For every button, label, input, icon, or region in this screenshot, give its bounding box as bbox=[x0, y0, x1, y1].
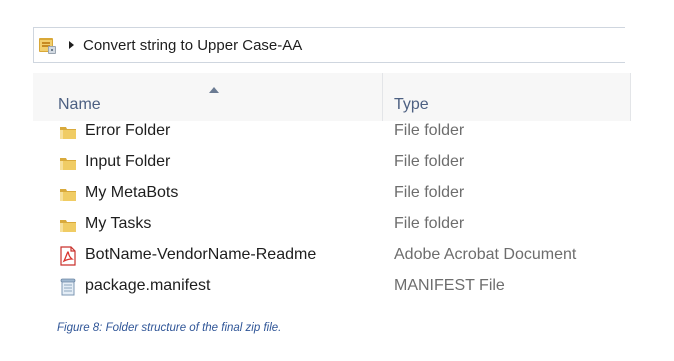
file-type: File folder bbox=[394, 153, 465, 170]
file-name: BotName-VendorName-Readme bbox=[85, 246, 317, 263]
folder-location-icon bbox=[37, 34, 59, 56]
file-list: Error Folder File folder Input Folder Fi… bbox=[33, 117, 631, 303]
column-header-name-label: Name bbox=[58, 96, 101, 113]
folder-icon bbox=[58, 122, 78, 142]
figure-caption: Figure 8: Folder structure of the final … bbox=[57, 322, 282, 334]
file-name: Error Folder bbox=[85, 122, 171, 139]
file-row-my-tasks[interactable]: My Tasks File folder bbox=[33, 210, 631, 241]
folder-icon bbox=[58, 184, 78, 204]
file-name: My MetaBots bbox=[85, 184, 179, 201]
sort-ascending-icon bbox=[209, 80, 219, 93]
file-row-input-folder[interactable]: Input Folder File folder bbox=[33, 148, 631, 179]
manifest-file-icon bbox=[58, 277, 78, 297]
file-row-my-metabots[interactable]: My MetaBots File folder bbox=[33, 179, 631, 210]
file-name: Input Folder bbox=[85, 153, 171, 170]
folder-icon bbox=[58, 153, 78, 173]
file-type: File folder bbox=[394, 122, 465, 139]
column-header-row: Name Type bbox=[33, 73, 631, 121]
file-row-error-folder[interactable]: Error Folder File folder bbox=[33, 117, 631, 148]
file-type: Adobe Acrobat Document bbox=[394, 246, 577, 263]
column-header-type-label: Type bbox=[394, 96, 429, 113]
chevron-right-icon[interactable] bbox=[64, 38, 78, 52]
file-row-package-manifest[interactable]: package.manifest MANIFEST File bbox=[33, 272, 631, 303]
file-row-readme-pdf[interactable]: BotName-VendorName-Readme Adobe Acrobat … bbox=[33, 241, 631, 272]
folder-icon bbox=[58, 215, 78, 235]
file-type: File folder bbox=[394, 184, 465, 201]
file-explorer-window: Convert string to Upper Case-AA Name Typ… bbox=[33, 27, 631, 305]
breadcrumb-current-folder[interactable]: Convert string to Upper Case-AA bbox=[83, 37, 302, 54]
column-header-name[interactable]: Name bbox=[33, 73, 383, 121]
column-header-type[interactable]: Type bbox=[383, 73, 631, 121]
file-type: File folder bbox=[394, 215, 465, 232]
address-bar[interactable]: Convert string to Upper Case-AA bbox=[33, 27, 625, 63]
file-name: My Tasks bbox=[85, 215, 152, 232]
file-name: package.manifest bbox=[85, 277, 211, 294]
pdf-icon bbox=[58, 246, 78, 266]
file-type: MANIFEST File bbox=[394, 277, 505, 294]
